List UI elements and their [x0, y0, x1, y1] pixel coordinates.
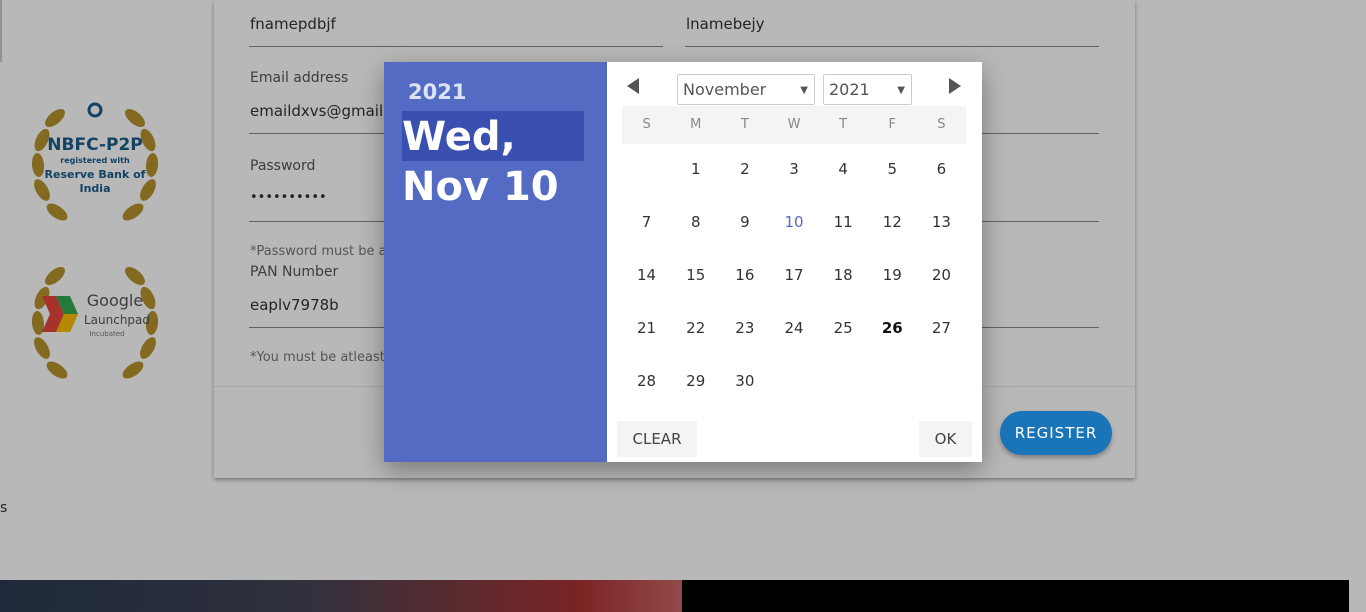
- month-select-value: November: [683, 80, 767, 99]
- day-cell[interactable]: 22: [671, 302, 720, 355]
- year-select[interactable]: 2021 ▼: [823, 74, 912, 105]
- day-cell[interactable]: 30: [720, 355, 769, 408]
- day-cell[interactable]: 10: [769, 196, 818, 249]
- day-cell[interactable]: 18: [819, 249, 868, 302]
- header-year[interactable]: 2021: [408, 80, 466, 104]
- day-cell[interactable]: 16: [720, 249, 769, 302]
- day-cell[interactable]: 5: [868, 143, 917, 196]
- day-cell[interactable]: 20: [917, 249, 966, 302]
- day-cell[interactable]: 15: [671, 249, 720, 302]
- day-cell[interactable]: 29: [671, 355, 720, 408]
- weekday-header-row: SMTWTFS: [622, 106, 966, 144]
- day-cell[interactable]: 1: [671, 143, 720, 196]
- weekday-label: S: [937, 117, 946, 132]
- chevron-down-icon: ▼: [897, 85, 905, 96]
- day-cell[interactable]: 21: [622, 302, 671, 355]
- day-cell[interactable]: 27: [917, 302, 966, 355]
- prev-month-icon[interactable]: [627, 78, 639, 94]
- day-cell[interactable]: 9: [720, 196, 769, 249]
- year-select-value: 2021: [829, 80, 870, 99]
- next-month-icon[interactable]: [949, 78, 961, 94]
- day-cell[interactable]: 14: [622, 249, 671, 302]
- ok-button[interactable]: OK: [919, 421, 972, 457]
- day-cell[interactable]: 26: [868, 302, 917, 355]
- day-cell[interactable]: 3: [769, 143, 818, 196]
- day-cell[interactable]: 24: [769, 302, 818, 355]
- day-grid: 1 2 3 4 5 6 7 8 9 10 11 12 13 14 15 16 17 18 19 20 21 22 23 24 2…: [622, 143, 966, 408]
- day-cell[interactable]: 6: [917, 143, 966, 196]
- chevron-down-icon: ▼: [800, 85, 808, 96]
- day-cell[interactable]: 13: [917, 196, 966, 249]
- day-cell[interactable]: 28: [622, 355, 671, 408]
- day-cell[interactable]: 19: [868, 249, 917, 302]
- calendar-panel: November ▼ 2021 ▼ SMTWTFS 1 2 3 4 5 6 7 8 9 10 11 1…: [607, 62, 982, 462]
- header-date[interactable]: Wed, Nov 10: [402, 112, 602, 212]
- datepicker-header: 2021 Wed, Nov 10: [384, 62, 607, 462]
- day-cell[interactable]: 23: [720, 302, 769, 355]
- day-cell[interactable]: 25: [819, 302, 868, 355]
- weekday-label: T: [740, 117, 749, 132]
- day-cell[interactable]: 17: [769, 249, 818, 302]
- day-cell[interactable]: 7: [622, 196, 671, 249]
- weekday-label: T: [839, 117, 848, 132]
- month-select[interactable]: November ▼: [677, 74, 815, 105]
- empty-day-cell: [622, 143, 671, 196]
- weekday-label: F: [888, 117, 897, 132]
- weekday-label: M: [690, 117, 702, 132]
- weekday-label: S: [642, 117, 651, 132]
- day-cell[interactable]: 2: [720, 143, 769, 196]
- day-cell[interactable]: 4: [819, 143, 868, 196]
- day-cell[interactable]: 11: [819, 196, 868, 249]
- clear-button[interactable]: CLEAR: [617, 421, 697, 457]
- weekday-label: W: [787, 117, 801, 132]
- day-cell[interactable]: 12: [868, 196, 917, 249]
- datepicker-modal: 2021 Wed, Nov 10 November ▼ 2021 ▼ SMTWT…: [384, 62, 982, 462]
- register-button[interactable]: REGISTER: [1000, 411, 1112, 455]
- day-cell[interactable]: 8: [671, 196, 720, 249]
